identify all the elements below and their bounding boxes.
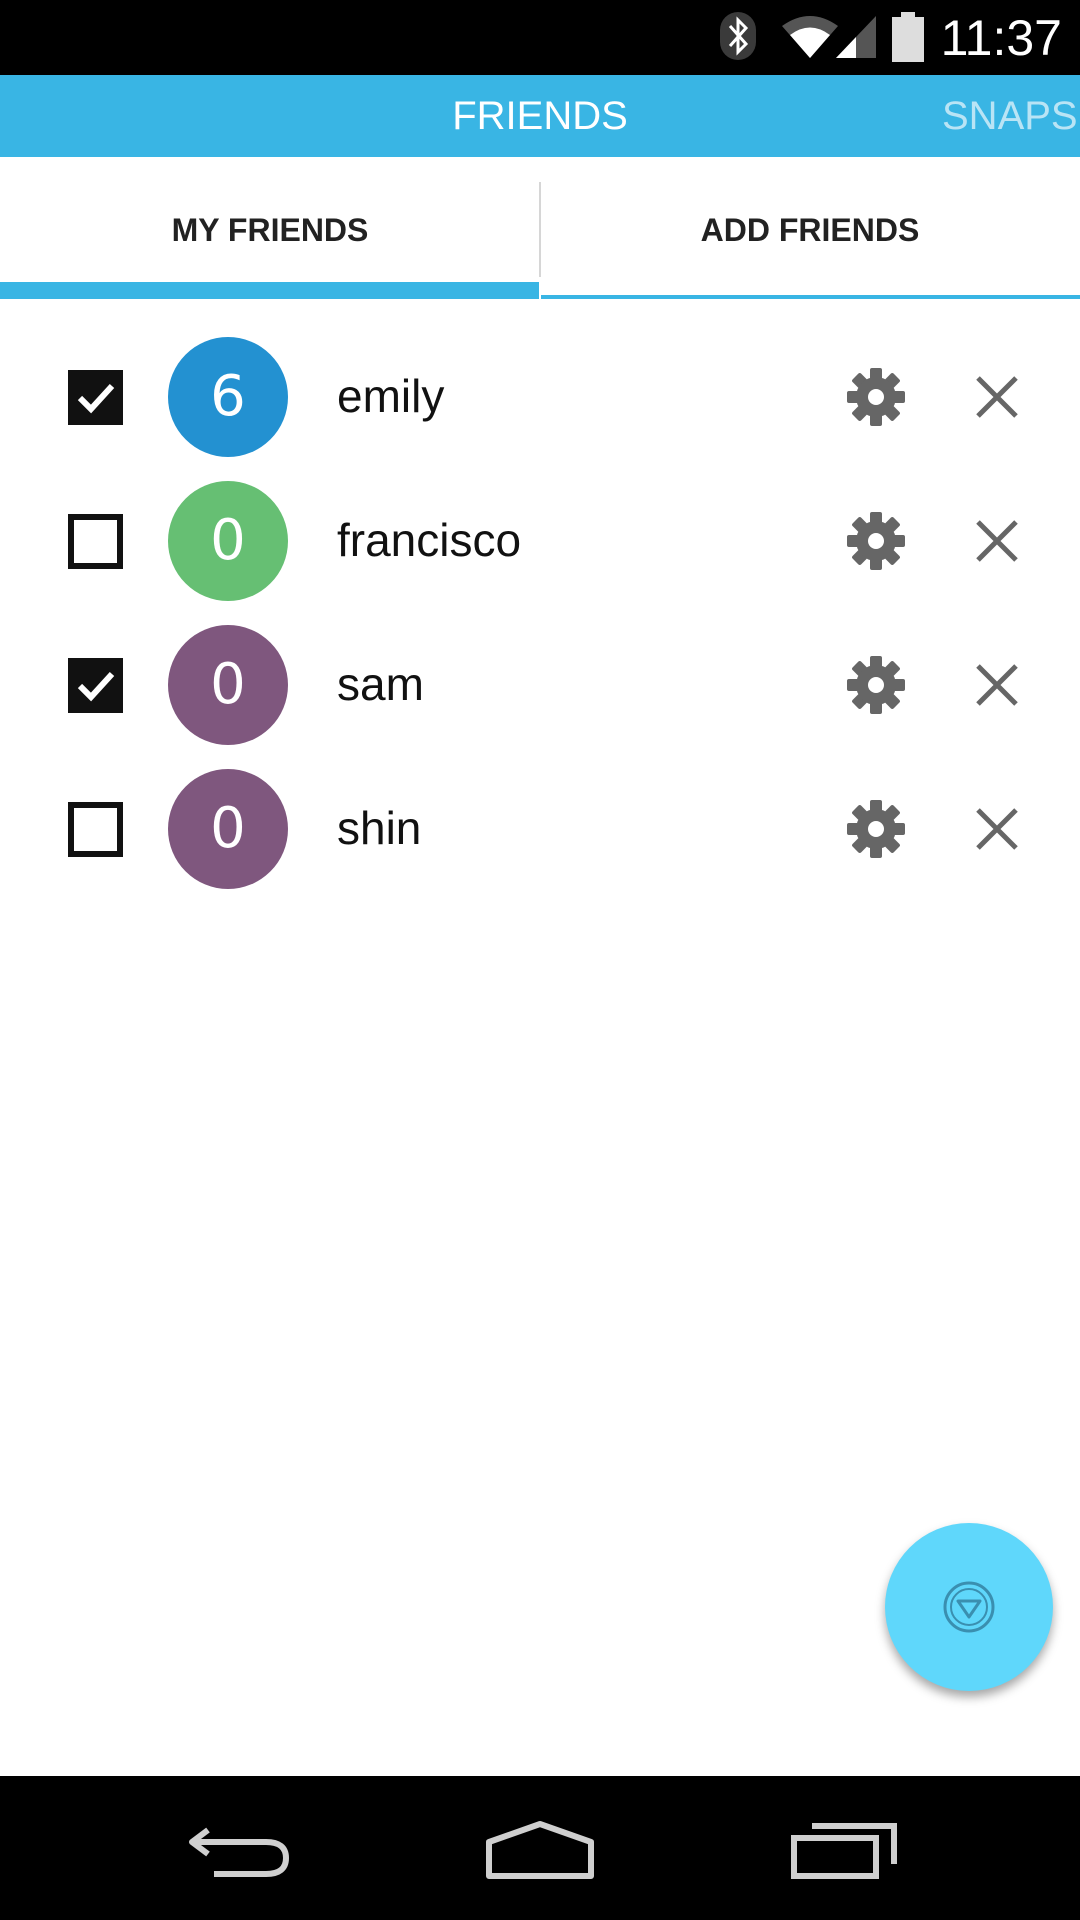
tab-my-friends[interactable]: MY FRIENDS xyxy=(0,157,540,300)
friend-row: 0 francisco xyxy=(0,464,1080,608)
friend-row: 6 emily xyxy=(0,320,1080,464)
status-bar: 11:37 xyxy=(0,0,1080,75)
circle-down-arrow-icon xyxy=(943,1581,995,1633)
back-icon[interactable] xyxy=(188,1820,292,1885)
gear-icon[interactable] xyxy=(846,511,906,571)
gear-icon[interactable] xyxy=(846,655,906,715)
tab-add-friends[interactable]: ADD FRIENDS xyxy=(540,157,1080,300)
fab-button[interactable] xyxy=(885,1523,1053,1691)
avatar: 0 xyxy=(168,481,288,601)
bluetooth-icon xyxy=(718,10,758,67)
friend-checkbox[interactable] xyxy=(68,802,123,857)
cell-signal-icon xyxy=(834,14,878,65)
gear-icon[interactable] xyxy=(846,367,906,427)
close-icon[interactable] xyxy=(972,804,1022,854)
tab-strip: MY FRIENDS ADD FRIENDS xyxy=(0,157,1080,300)
wifi-icon xyxy=(780,14,840,65)
selected-tab-indicator xyxy=(0,282,539,299)
app-bar: FRIENDS SNAPS xyxy=(0,75,1080,157)
close-icon[interactable] xyxy=(972,516,1022,566)
gear-icon[interactable] xyxy=(846,799,906,859)
friend-name: emily xyxy=(337,370,445,422)
friend-checkbox[interactable] xyxy=(68,658,123,713)
friend-name: sam xyxy=(337,658,424,710)
page-title-snaps[interactable]: SNAPS xyxy=(942,75,1078,157)
friend-checkbox[interactable] xyxy=(68,370,123,425)
friend-row: 0 sam xyxy=(0,608,1080,752)
battery-icon xyxy=(892,12,924,67)
recent-apps-icon[interactable] xyxy=(790,1820,900,1885)
home-icon[interactable] xyxy=(485,1820,595,1885)
friend-checkbox[interactable] xyxy=(68,514,123,569)
close-icon[interactable] xyxy=(972,372,1022,422)
friend-row: 0 shin xyxy=(0,752,1080,896)
page-title-friends[interactable]: FRIENDS xyxy=(0,75,1080,157)
navigation-bar xyxy=(0,1776,1080,1920)
clock: 11:37 xyxy=(940,10,1062,66)
avatar: 6 xyxy=(168,337,288,457)
close-icon[interactable] xyxy=(972,660,1022,710)
tab-underline xyxy=(541,295,1080,299)
friend-name: shin xyxy=(337,802,422,854)
friend-name: francisco xyxy=(337,514,522,566)
avatar: 0 xyxy=(168,769,288,889)
avatar: 0 xyxy=(168,625,288,745)
